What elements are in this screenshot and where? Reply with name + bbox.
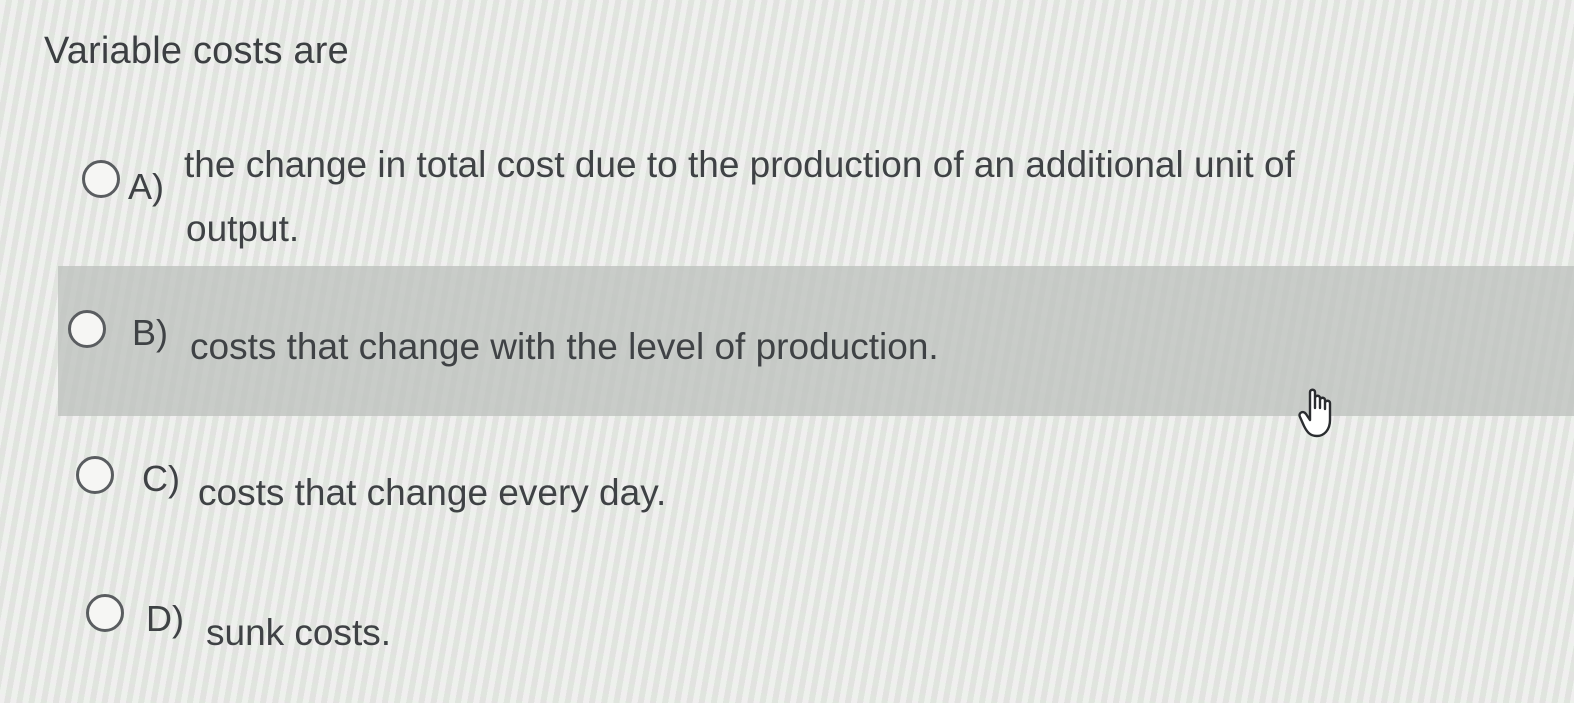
option-a-text-line2: output. [186, 208, 300, 249]
hand-pointer-icon [1298, 388, 1332, 438]
option-d-letter: D) [146, 598, 184, 639]
radio-a-icon[interactable] [82, 160, 120, 198]
option-c-text: costs that change every day. [198, 472, 667, 513]
option-b-text: costs that change with the level of prod… [190, 326, 939, 367]
option-c-letter: C) [142, 458, 180, 499]
option-d-text: sunk costs. [206, 612, 392, 653]
option-b-letter: B) [132, 312, 168, 353]
radio-c-icon[interactable] [76, 456, 114, 494]
question-text: Variable costs are [44, 30, 349, 72]
radio-d-icon[interactable] [86, 594, 124, 632]
radio-b-icon[interactable] [68, 310, 106, 348]
option-a-text-line1: the change in total cost due to the prod… [184, 144, 1295, 185]
option-a-letter: A) [128, 166, 164, 207]
